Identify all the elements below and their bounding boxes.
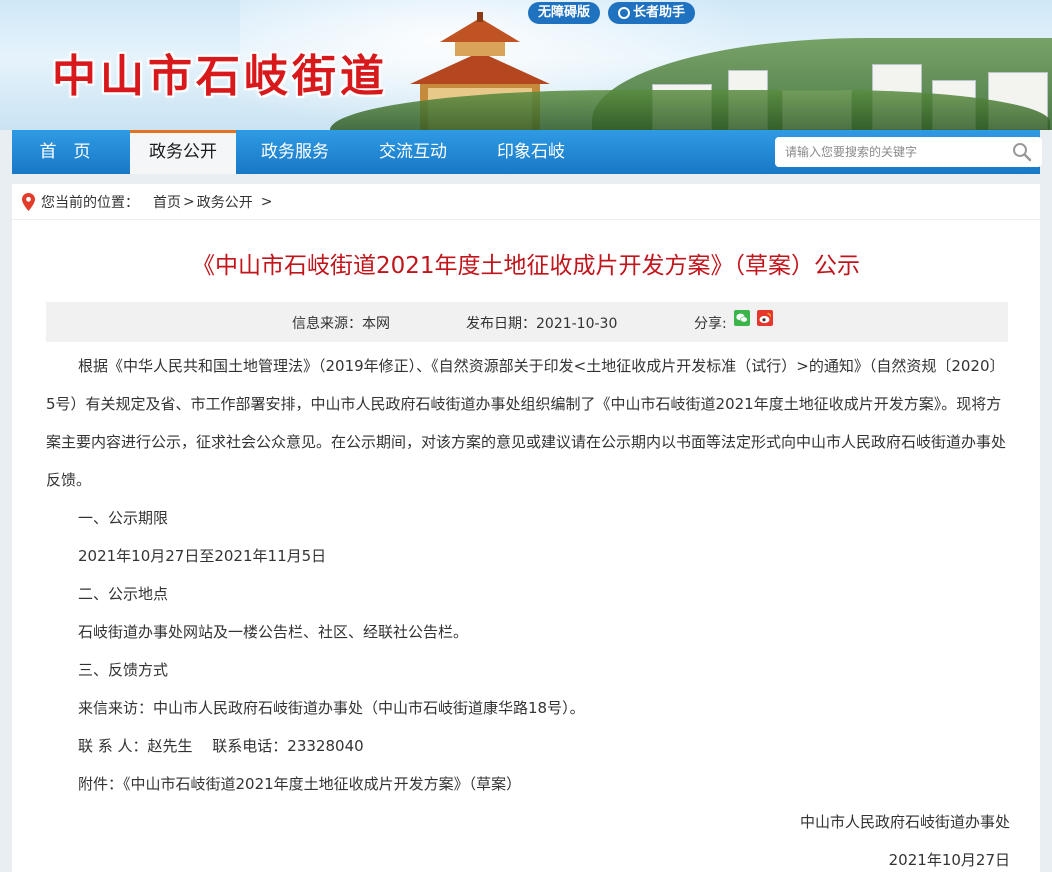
article-title: 《中山市石岐街道2021年度土地征收成片开发方案》（草案）公示 [191, 253, 861, 279]
accessibility-link-label: 无障碍版 [538, 5, 591, 20]
site-title: 中山市石岐街道 [52, 51, 388, 102]
breadcrumb-separator: > [183, 193, 195, 210]
wechat-share-icon[interactable] [734, 310, 750, 326]
intro-paragraph: 根据《中华人民共和国土地管理法》（2019年修正）、《自然资源部关于印发<土地征… [46, 357, 1007, 489]
nav-item-government-services[interactable]: 政务服务 [236, 130, 354, 174]
accessibility-link[interactable]: 无障碍版 [528, 2, 601, 24]
header-banner: 中山市石岐街道 无障碍版 长者助手 [0, 0, 1052, 130]
attachment-text[interactable]: 附件：《中山市石岐街道2021年度土地征收成片开发方案》（草案） [46, 765, 1010, 803]
section-heading-place: 二、公示地点 [78, 585, 169, 603]
article-meta-bar: 信息来源：本网 发布日期：2021-10-30 分享: [46, 302, 1008, 342]
top-links: 无障碍版 长者助手 [528, 2, 696, 24]
contact-text: 联 系 人：赵先生 联系电话：23328040 [78, 737, 364, 755]
main-nav: 首 页 政务公开 政务服务 交流互动 印象石岐 [12, 130, 1042, 174]
elder-link-label: 长者助手 [633, 5, 686, 20]
signature: 中山市人民政府石岐街道办事处 [799, 813, 1010, 831]
nav-item-impression[interactable]: 印象石岐 [472, 130, 590, 174]
article-card: 您当前的位置： 首页 > 政务公开 > 《中山市石岐街道2021年度土地征收成片… [12, 184, 1040, 872]
weibo-share-icon[interactable] [757, 310, 773, 326]
section-heading-feedback: 三、反馈方式 [78, 661, 169, 679]
share-label: 分享: [694, 316, 727, 332]
place-text: 石岐街道办事处网站及一楼公告栏、社区、经联社公告栏。 [78, 623, 469, 641]
breadcrumb-government-affairs[interactable]: 政务公开 [197, 192, 253, 212]
signature-date: 2021年10月27日 [888, 851, 1010, 869]
publish-date: 发布日期：2021-10-30 [466, 316, 618, 332]
info-source: 信息来源：本网 [292, 316, 390, 332]
breadcrumb-prefix: 您当前的位置： [41, 194, 139, 211]
elder-assistant-link[interactable]: 长者助手 [608, 2, 696, 24]
nav-item-government-affairs[interactable]: 政务公开 [130, 130, 236, 174]
period-text: 2021年10月27日至2021年11月5日 [78, 547, 327, 565]
search-box [775, 137, 1042, 167]
breadcrumb-separator: > [260, 193, 273, 210]
article-body: 根据《中华人民共和国土地管理法》（2019年修正）、《自然资源部关于印发<土地征… [46, 347, 1010, 872]
nav-item-interaction[interactable]: 交流互动 [354, 130, 472, 174]
breadcrumb-home[interactable]: 首页 [153, 192, 181, 212]
location-pin-icon [22, 192, 35, 211]
elder-icon [618, 7, 631, 19]
search-input[interactable] [775, 145, 995, 159]
breadcrumb: 您当前的位置： 首页 > 政务公开 > [12, 184, 1040, 220]
letter-visit-text: 来信来访：中山市人民政府石岐街道办事处（中山市石岐街道康华路18号）。 [78, 699, 585, 717]
section-heading-period: 一、公示期限 [78, 509, 169, 527]
nav-item-home[interactable]: 首 页 [12, 130, 118, 174]
search-icon[interactable] [1012, 142, 1032, 162]
